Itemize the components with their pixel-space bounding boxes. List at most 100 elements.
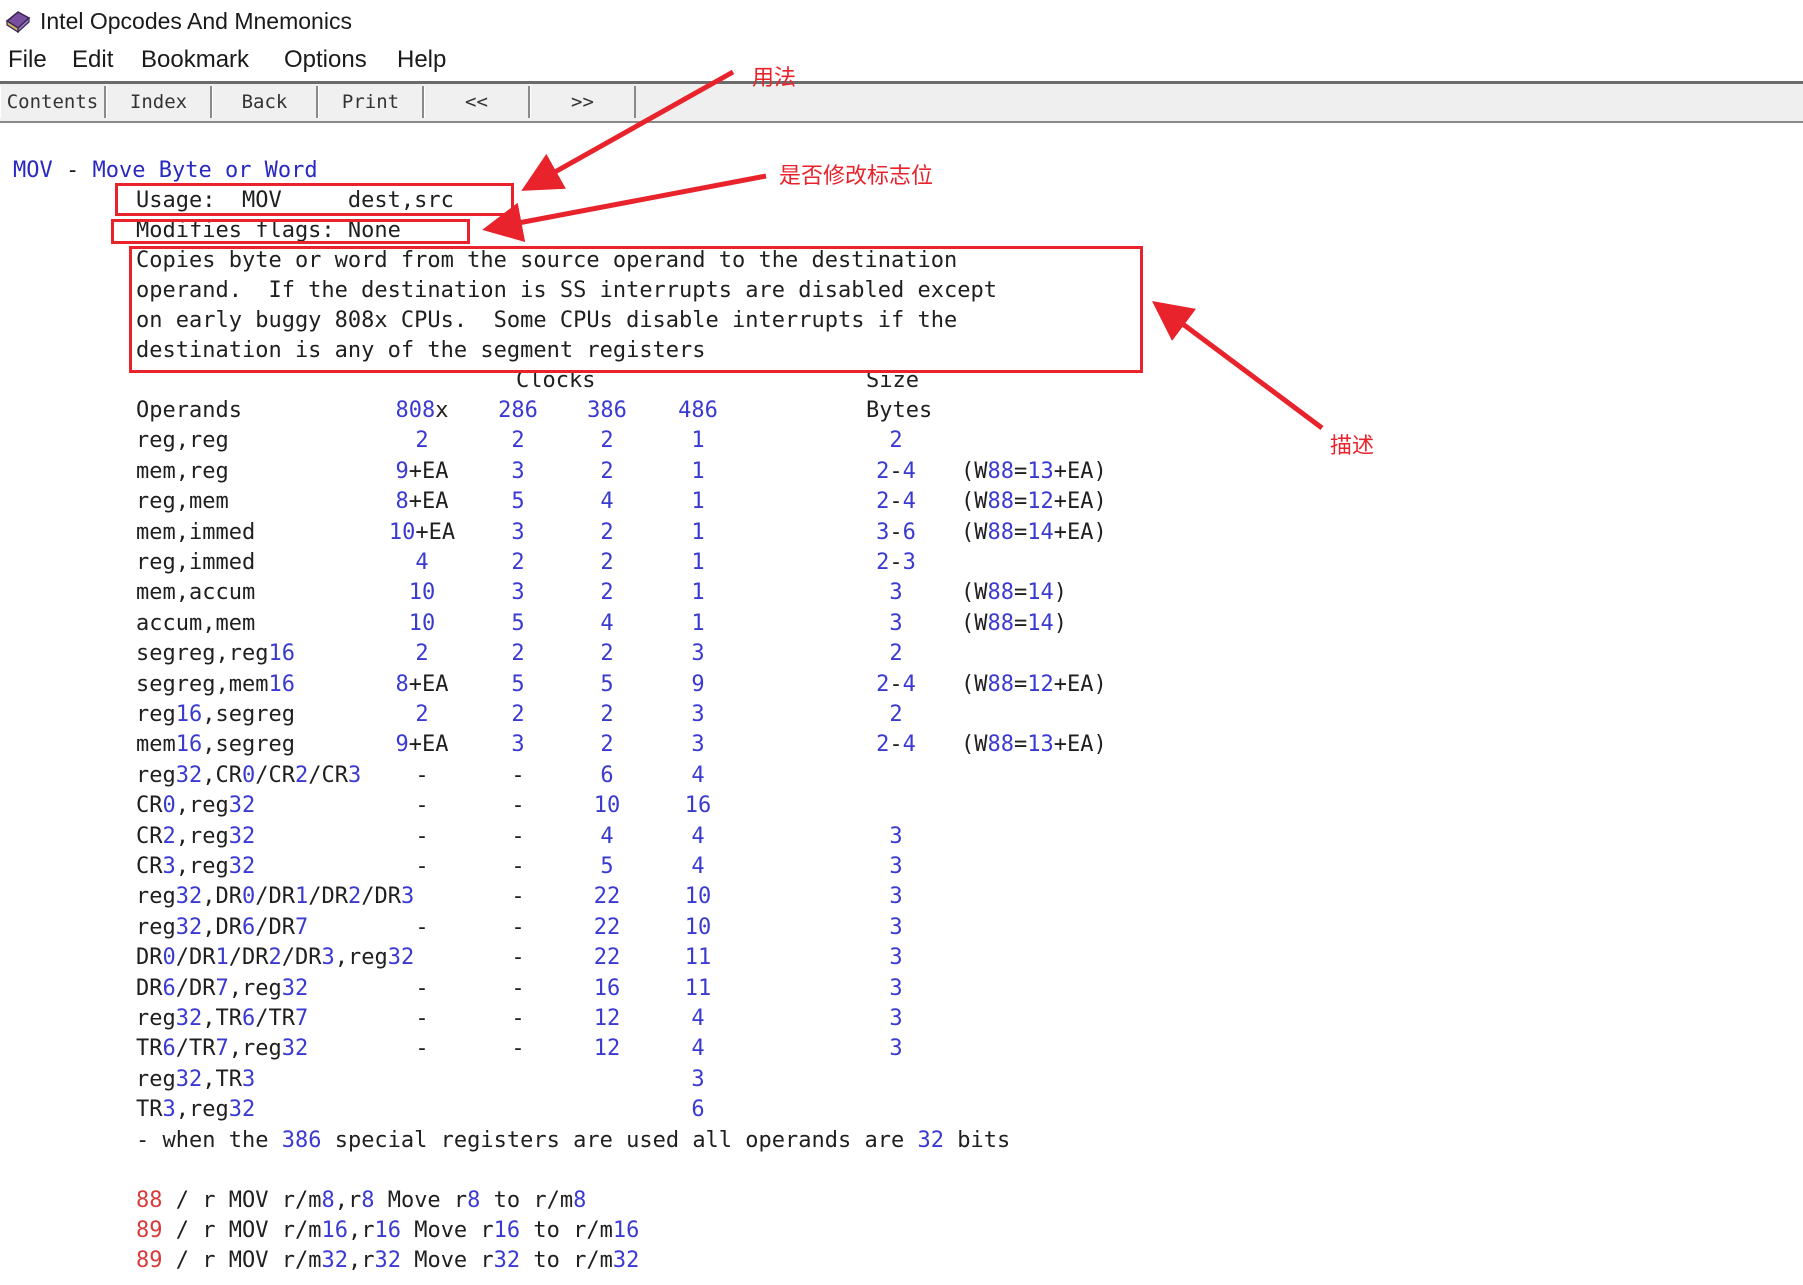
note-cell: (W88=14)	[961, 610, 1067, 636]
clock-cell: 16	[684, 793, 712, 819]
clock-cell: 6	[691, 1097, 705, 1123]
clock-cell: 3	[691, 641, 705, 667]
clock-cell: 1	[691, 580, 705, 606]
clock-cell: 3	[511, 519, 525, 545]
clock-cell: 4	[600, 610, 614, 636]
mnemonic: MOV	[13, 158, 53, 183]
clock-cell: -	[511, 823, 525, 849]
browse-next-button[interactable]: >>	[530, 86, 636, 118]
clock-cell: 4	[600, 823, 614, 849]
operand-cell: TR3,reg32	[136, 1097, 256, 1123]
index-button[interactable]: Index	[106, 86, 212, 118]
description-annotation: 描述	[1330, 434, 1375, 459]
clock-cell: 22	[593, 914, 621, 940]
size-cell: 3	[889, 854, 903, 879]
clock-cell: -	[415, 793, 429, 819]
encoding-line: 89 / r MOV r/m16,r16 Move r16 to r/m16	[136, 1218, 640, 1243]
print-button[interactable]: Print	[318, 86, 424, 118]
clock-cell: 3	[691, 1066, 705, 1092]
cpu-header-1: 286	[498, 398, 538, 423]
clock-cell: 1	[691, 550, 705, 575]
clock-cell: 16	[593, 975, 621, 1001]
operand-cell: mem,immed	[136, 519, 256, 545]
operand-cell: reg32,DR0/DR1/DR2/DR3	[136, 884, 415, 910]
operand-cell: reg,mem	[136, 489, 229, 515]
clock-cell: 2	[415, 702, 429, 727]
size-cell: 2	[889, 702, 903, 727]
clock-cell: -	[415, 1006, 429, 1031]
clock-cell: 9+EA	[395, 732, 449, 758]
window-title: Intel Opcodes And Mnemonics	[40, 8, 352, 34]
clock-cell: 2	[600, 428, 614, 454]
clock-cell: 4	[415, 550, 429, 575]
clock-cell: 2	[600, 702, 614, 727]
menu-bookmark[interactable]: Bookmark	[141, 46, 249, 74]
clock-cell: 3	[511, 458, 525, 484]
operand-cell: accum,mem	[136, 610, 256, 636]
size-cell: 2-3	[876, 550, 916, 575]
topic-heading: MOV - Move Byte or Word	[13, 156, 318, 186]
size-cell: 2	[889, 428, 903, 454]
menu-help[interactable]: Help	[397, 46, 446, 74]
note-cell: (W88=13+EA)	[961, 732, 1107, 758]
clock-cell: 11	[684, 945, 712, 971]
clock-cell: 10+EA	[388, 519, 456, 545]
clock-cell: 22	[593, 884, 621, 910]
footnote: - when the 386 special registers are use…	[136, 1127, 1011, 1153]
clock-cell: -	[415, 1036, 429, 1062]
clock-cell: 3	[691, 732, 705, 758]
usage-highlight-box	[115, 183, 514, 216]
clock-cell: 10	[593, 793, 621, 819]
clock-cell: 2	[511, 428, 525, 454]
clock-cell: 8+EA	[395, 489, 449, 515]
clock-cell: -	[415, 854, 429, 879]
browse-previous-button[interactable]: <<	[424, 86, 530, 118]
size-cell: 2-4	[876, 489, 916, 515]
operand-cell: mem,reg	[136, 458, 229, 484]
menu-file[interactable]: File	[8, 46, 47, 74]
clock-cell: 4	[691, 762, 705, 788]
clock-cell: -	[511, 793, 525, 819]
clock-cell: -	[511, 914, 525, 940]
clock-cell: -	[415, 975, 429, 1001]
clock-cell: 2	[600, 641, 614, 667]
clock-cell: 8+EA	[395, 671, 449, 697]
clock-cell: 5	[600, 854, 614, 879]
clock-cell: -	[511, 1006, 525, 1031]
contents-button[interactable]: Contents	[0, 86, 106, 118]
clock-cell: 2	[600, 732, 614, 758]
clock-cell: -	[511, 884, 525, 910]
clock-cell: 10	[684, 884, 712, 910]
operand-cell: reg16,segreg	[136, 702, 295, 727]
operand-cell: reg,reg	[136, 428, 229, 454]
menu-options[interactable]: Options	[284, 46, 367, 74]
operand-cell: reg32,DR6/DR7	[136, 914, 309, 940]
clock-cell: 5	[511, 489, 525, 515]
back-button[interactable]: Back	[212, 86, 318, 118]
clock-cell: 3	[511, 732, 525, 758]
clock-cell: 2	[511, 550, 525, 575]
clock-cell: -	[415, 823, 429, 849]
menu-edit[interactable]: Edit	[72, 46, 113, 74]
book-icon	[5, 11, 31, 34]
size-cell: 3	[889, 884, 903, 910]
clock-cell: 1	[691, 519, 705, 545]
clock-cell: 5	[511, 671, 525, 697]
size-cell: 3	[889, 610, 903, 636]
clock-cell: 9	[691, 671, 705, 697]
note-cell: (W88=14+EA)	[961, 519, 1107, 545]
title-bar: Intel Opcodes And Mnemonics	[0, 0, 1803, 40]
toolbar: Contents Index Back Print << >>	[0, 81, 1803, 123]
clock-cell: 1	[691, 610, 705, 636]
clock-cell: 4	[691, 1006, 705, 1031]
operand-cell: reg,immed	[136, 550, 256, 575]
usage-annotation: 用法	[752, 66, 797, 91]
clock-cell: -	[511, 1036, 525, 1062]
operand-cell: reg32,CR0/CR2/CR3	[136, 762, 362, 788]
clock-cell: 3	[691, 702, 705, 727]
clock-cell: 10	[408, 610, 436, 636]
size-cell: 3	[889, 975, 903, 1001]
encoding-line: 89 / r MOV r/m32,r32 Move r32 to r/m32	[136, 1248, 640, 1274]
size-cell: 2-4	[876, 458, 916, 484]
clock-cell: 2	[415, 428, 429, 454]
